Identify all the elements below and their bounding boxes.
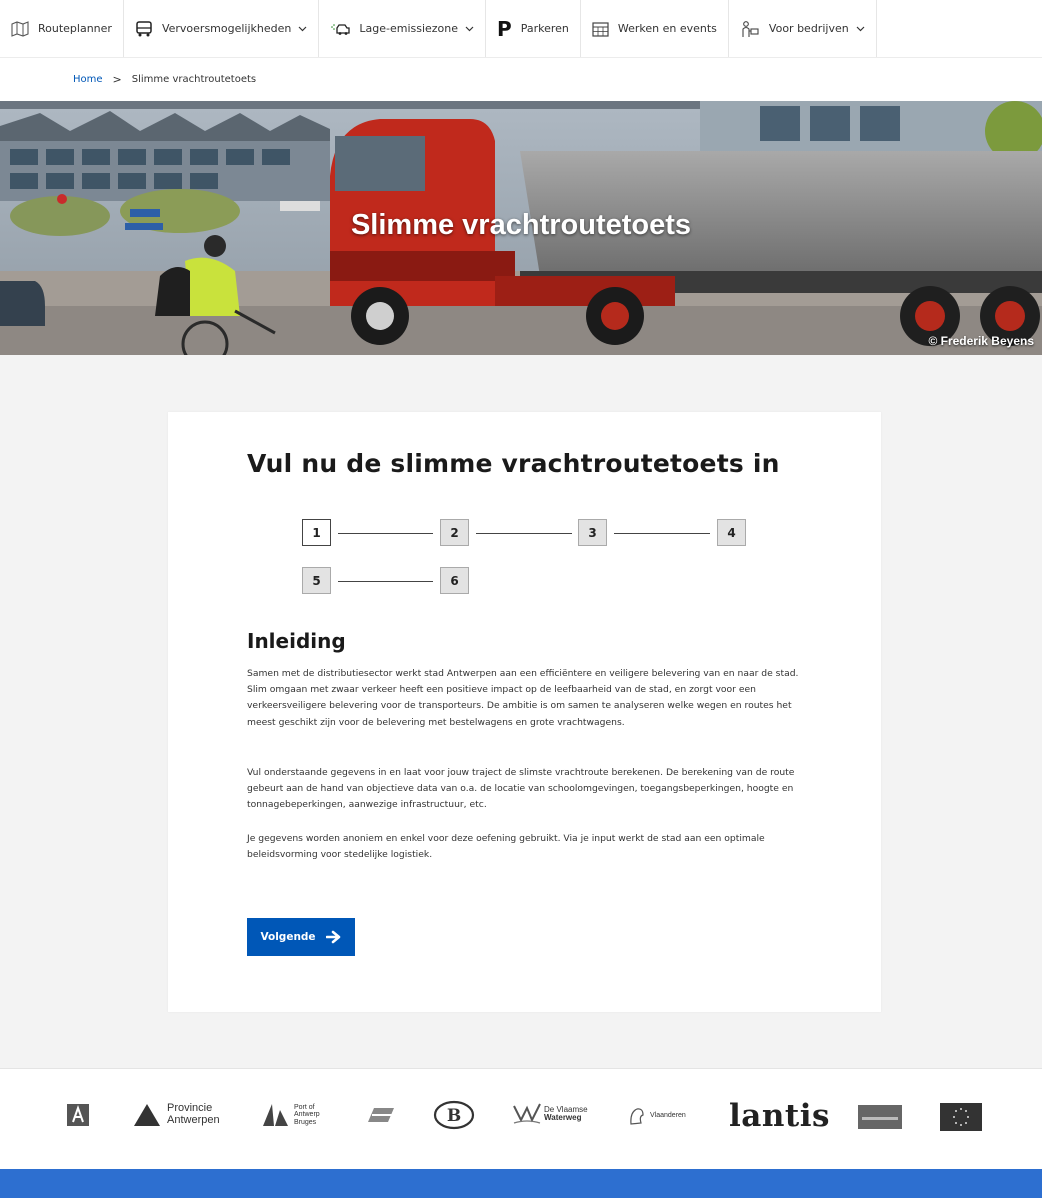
arrow-right-icon — [325, 930, 340, 944]
car-icon — [331, 23, 351, 35]
business-icon — [742, 20, 759, 37]
hero-banner: Slimme vrachtroutetoets © Frederik Beyen… — [0, 101, 1042, 355]
section-title: Inleiding — [247, 629, 346, 653]
svg-text:B: B — [447, 1106, 461, 1126]
photo-credit: © Frederik Beyens — [928, 334, 1034, 348]
port-text-3: Bruges — [294, 1118, 317, 1126]
step-6[interactable]: 6 — [440, 567, 469, 594]
vlaanderen-logo[interactable]: Vlaanderen — [628, 1106, 686, 1126]
bus-icon — [136, 20, 152, 36]
vlaamse-waterweg-logo[interactable]: De Vlaamse Waterweg — [512, 1103, 588, 1125]
nav-label-parkeren: Parkeren — [520, 22, 569, 35]
nav-label-lage-emissiezone: Lage-emissiezone — [359, 22, 459, 35]
parking-icon: P — [497, 16, 512, 41]
nav-label-werken-en-events: Werken en events — [617, 22, 717, 35]
provincie-antwerpen-logo[interactable]: Provincie Antwerpen — [132, 1103, 220, 1127]
nav-item-werken-en-events[interactable]: Werken en events — [581, 0, 729, 57]
hero-title: Slimme vrachtroutetoets — [350, 209, 692, 241]
vlaanderen-text: Vlaanderen — [650, 1112, 686, 1120]
lantis-logo[interactable]: lantis — [729, 1098, 830, 1134]
nav-label-routeplanner: Routeplanner — [38, 22, 112, 35]
breadcrumb-separator: > — [112, 73, 122, 86]
port-antwerp-bruges-logo[interactable]: Port of Antwerp Bruges — [260, 1102, 320, 1128]
calendar-icon — [592, 21, 609, 37]
step-connector — [614, 533, 710, 534]
top-navigation: Routeplanner Vervoersmogelijkheden Lage-… — [0, 0, 1042, 58]
nav-item-parkeren[interactable]: P Parkeren — [486, 0, 581, 57]
port-sail-icon — [263, 1104, 288, 1126]
step-1[interactable]: 1 — [302, 519, 331, 546]
step-3[interactable]: 3 — [578, 519, 607, 546]
tram-operator-logo[interactable] — [366, 1106, 396, 1124]
verkeerscentrum-badge-icon — [858, 1105, 902, 1129]
waterweg-v-icon — [513, 1103, 541, 1124]
footer-bar — [0, 1169, 1042, 1198]
step-connector — [338, 533, 433, 534]
next-button[interactable]: Volgende — [247, 918, 355, 956]
chevron-down-icon — [856, 26, 865, 31]
map-icon — [11, 20, 29, 37]
nav-label-voor-bedrijven: Voor bedrijven — [768, 22, 849, 35]
lantis-text: lantis — [729, 1098, 830, 1134]
nav-label-vervoersmogelijkheden: Vervoersmogelijkheden — [161, 22, 292, 35]
vlaamse-leeuw-icon — [630, 1108, 644, 1125]
nmbs-b-icon: B — [433, 1100, 475, 1130]
step-5[interactable]: 5 — [302, 567, 331, 594]
breadcrumb: Home > Slimme vrachtroutetoets — [0, 58, 1042, 101]
eu-flag-logo[interactable] — [940, 1103, 982, 1131]
instructions-paragraph: Vul onderstaande gegevens in en laat voo… — [247, 767, 795, 811]
partner-logos: Provincie Antwerpen Port of Antwerp Brug… — [0, 1068, 1042, 1169]
port-text-2: Antwerp — [294, 1111, 320, 1119]
chevron-down-icon — [298, 26, 307, 31]
step-connector — [476, 533, 572, 534]
provincie-text-2: Antwerpen — [167, 1114, 220, 1126]
nav-item-voor-bedrijven[interactable]: Voor bedrijven — [729, 0, 877, 57]
questionnaire-card: Vul nu de slimme vrachtroutetoets in 1 2… — [168, 412, 881, 1012]
step-2[interactable]: 2 — [440, 519, 469, 546]
stad-antwerpen-logo[interactable] — [67, 1104, 89, 1126]
eu-flag-icon — [940, 1103, 982, 1131]
step-4[interactable]: 4 — [717, 519, 746, 546]
lijn-stripes-icon — [368, 1108, 394, 1122]
port-text-1: Port of — [294, 1103, 315, 1111]
intro-paragraph: Samen met de distributiesector werkt sta… — [247, 668, 799, 728]
nav-item-vervoersmogelijkheden[interactable]: Vervoersmogelijkheden — [124, 0, 320, 57]
verkeerscentrum-logo[interactable] — [858, 1105, 902, 1129]
chevron-down-icon — [465, 26, 474, 31]
provincie-triangle-icon — [134, 1104, 160, 1126]
next-button-label: Volgende — [260, 931, 316, 943]
nav-item-lage-emissiezone[interactable]: Lage-emissiezone — [319, 0, 487, 57]
antwerpen-a-icon — [67, 1104, 89, 1126]
nmbs-logo[interactable]: B — [433, 1100, 475, 1130]
nav-item-routeplanner[interactable]: Routeplanner — [0, 0, 124, 57]
card-title: Vul nu de slimme vrachtroutetoets in — [247, 449, 780, 478]
step-connector — [338, 581, 433, 582]
waterweg-text-2: Waterweg — [544, 1113, 582, 1122]
breadcrumb-current: Slimme vrachtroutetoets — [131, 74, 257, 85]
privacy-paragraph: Je gegevens worden anoniem en enkel voor… — [247, 833, 765, 861]
breadcrumb-home-link[interactable]: Home — [73, 74, 103, 85]
